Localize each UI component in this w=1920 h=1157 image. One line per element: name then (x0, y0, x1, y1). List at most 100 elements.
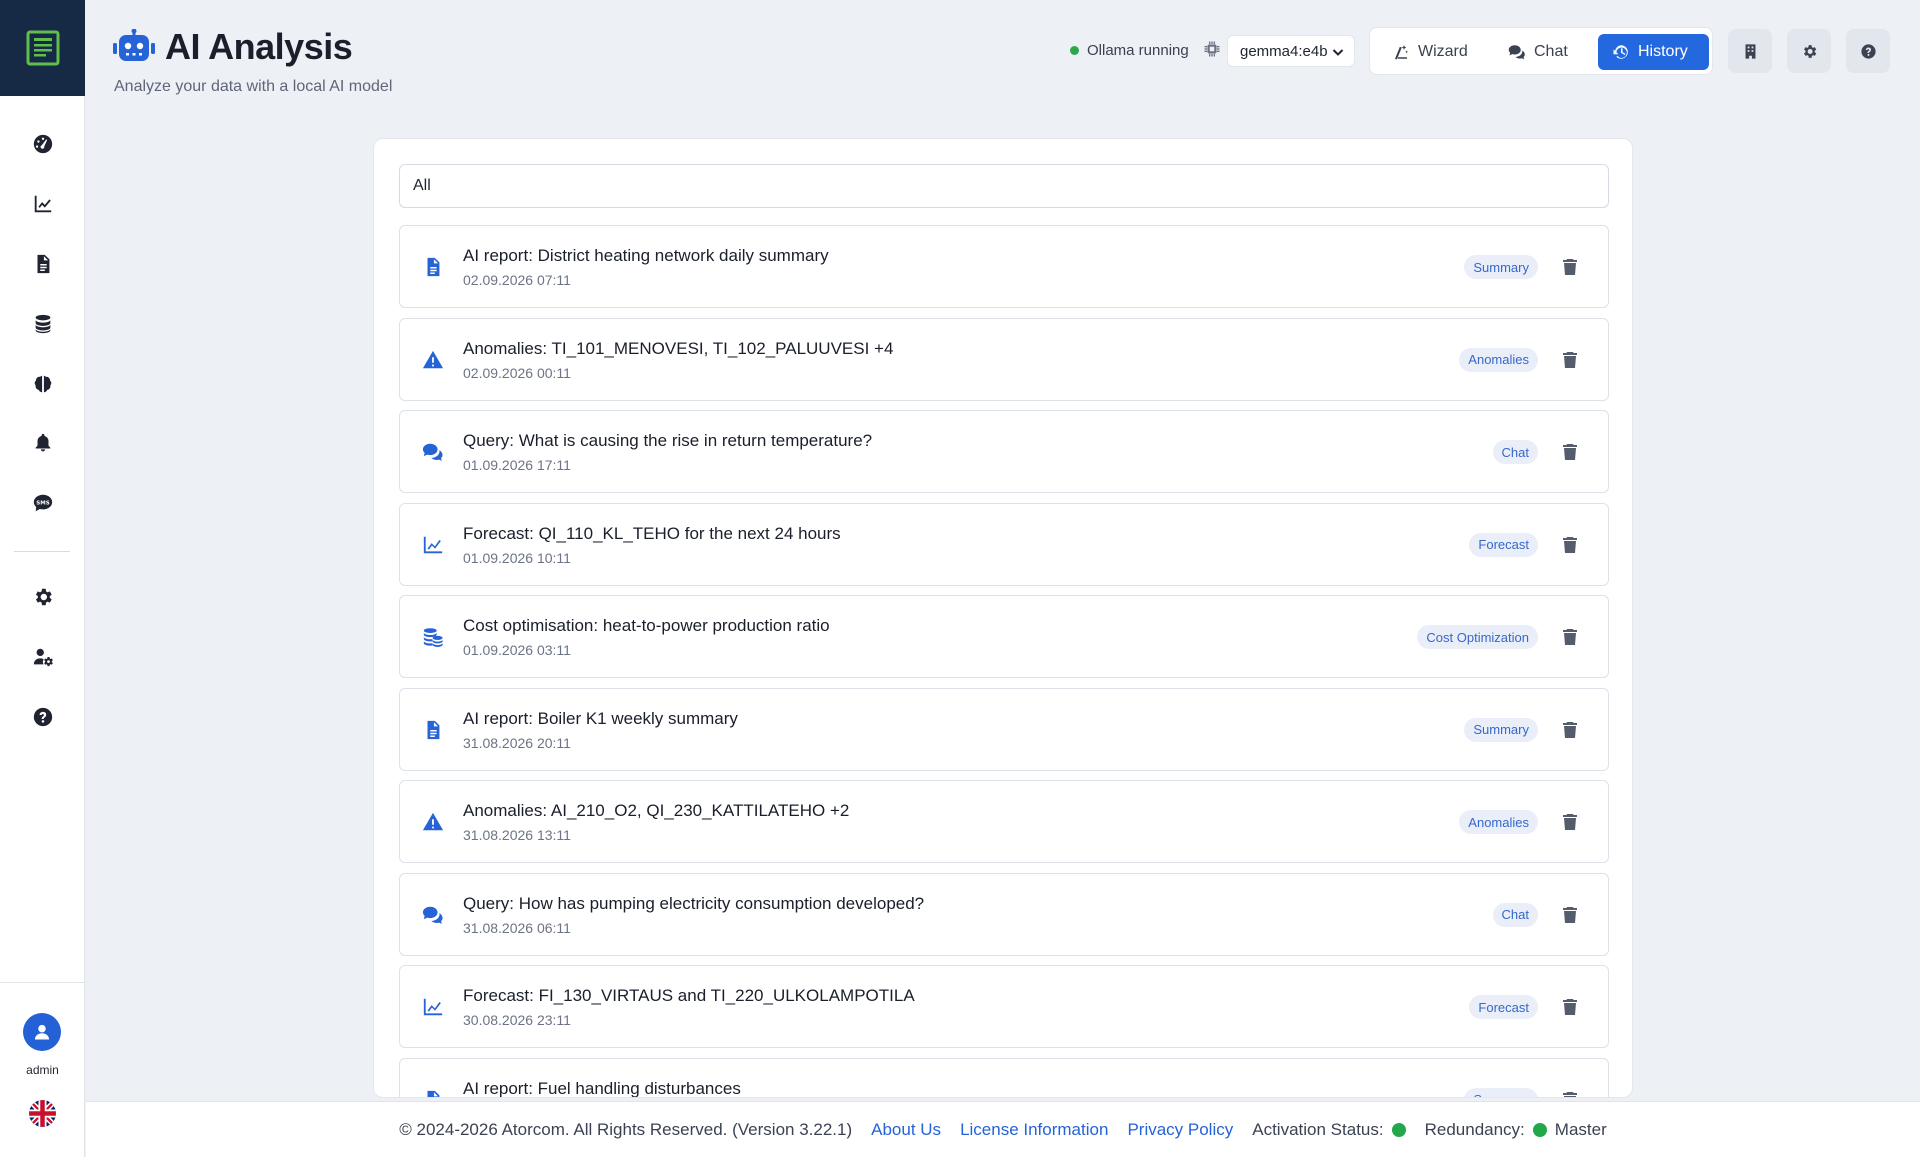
building-button[interactable] (1728, 29, 1772, 73)
history-row-type-badge: Summary (1464, 717, 1538, 742)
history-row[interactable]: Forecast: FI_130_VIRTAUS and TI_220_ULKO… (399, 965, 1609, 1048)
nav-sms[interactable]: SMS (0, 481, 85, 525)
nav-alarms[interactable] (0, 421, 85, 465)
delete-trash-icon[interactable] (1562, 1090, 1580, 1097)
history-row-type-badge: Summary (1464, 255, 1538, 279)
status-text: Ollama running (1087, 42, 1189, 59)
history-row-date: 02.09.2026 07:11 (463, 272, 571, 288)
history-card: All AI report: District heating network … (373, 138, 1633, 1098)
history-row[interactable]: Query: How has pumping electricity consu… (399, 872, 1609, 956)
tab-history-label: History (1638, 43, 1688, 60)
privacy-link[interactable]: Privacy Policy (1127, 1120, 1233, 1140)
nav-ai[interactable] (0, 362, 85, 406)
user-gear-icon (33, 648, 53, 667)
database-icon (35, 314, 50, 334)
history-row[interactable]: Anomalies: AI_210_O2, QI_230_KATTILATEHO… (399, 780, 1609, 863)
nav-dashboard[interactable] (0, 122, 85, 166)
delete-trash-icon[interactable] (1562, 627, 1580, 645)
history-row[interactable]: AI report: Boiler K1 weekly summary 31.08… (399, 687, 1609, 771)
ollama-status: Ollama running (1070, 42, 1189, 59)
delete-trash-icon[interactable] (1562, 535, 1580, 553)
user-avatar[interactable] (23, 1013, 61, 1051)
redundancy-label: Redundancy: (1424, 1119, 1525, 1139)
delete-trash-icon[interactable] (1562, 812, 1580, 830)
history-row-title: Cost optimisation: heat-to-power product… (463, 616, 830, 635)
delete-trash-icon[interactable] (1562, 350, 1580, 368)
robot-icon (113, 29, 155, 61)
history-row-title: AI report: District heating network dail… (463, 246, 829, 265)
history-row[interactable]: AI report: District heating network dail… (399, 225, 1609, 308)
history-row-title: Forecast: QI_110_KL_TEHO for the next 24… (463, 523, 841, 543)
history-row-title: AI report: Boiler K1 weekly summary (463, 708, 738, 728)
wizard-icon (1395, 45, 1408, 60)
redundancy-status: Redundancy: Master (1425, 1120, 1607, 1140)
history-row-date: 01.09.2026 03:11 (463, 642, 571, 658)
history-row-date: 01.09.2026 17:11 (463, 457, 571, 473)
model-select-value: gemma4:e4b (1240, 42, 1328, 60)
sidebar-divider (14, 551, 70, 552)
delete-trash-icon[interactable] (1562, 905, 1580, 923)
chat-icon (422, 441, 444, 463)
nav-reports[interactable] (0, 242, 85, 286)
history-row-date: 31.08.2026 20:11 (463, 734, 571, 751)
tab-chat-label: Chat (1534, 43, 1568, 60)
tab-history[interactable]: History (1598, 34, 1709, 70)
history-row-type-badge: Anomalies (1459, 347, 1538, 372)
redundancy-dot (1532, 1122, 1547, 1137)
page-title: AI Analysis (165, 26, 353, 67)
history-row-type-badge: Summary (1464, 1087, 1538, 1097)
warning-icon (422, 811, 444, 833)
document-icon (422, 1089, 444, 1097)
help-button[interactable] (1846, 29, 1890, 73)
history-row-date: 31.08.2026 13:11 (463, 827, 571, 843)
history-row-date: 02.09.2026 00:11 (463, 364, 571, 381)
bell-icon (35, 433, 50, 452)
chevron-down-icon (1332, 49, 1344, 56)
delete-trash-icon[interactable] (1562, 442, 1580, 460)
gear-icon (1803, 44, 1816, 58)
license-link[interactable]: License Information (960, 1120, 1108, 1140)
copyright-text: © 2024-2026 Atorcom. All Rights Reserved… (399, 1119, 853, 1139)
history-row[interactable]: Forecast: QI_110_KL_TEHO for the next 24… (399, 502, 1609, 586)
nav-user-management[interactable] (0, 635, 85, 679)
settings-button[interactable] (1787, 29, 1831, 73)
tab-wizard-label: Wizard (1418, 43, 1468, 60)
tab-chat[interactable]: Chat (1494, 34, 1582, 70)
chart-line-icon (34, 195, 51, 213)
model-select[interactable]: gemma4:e4b (1227, 35, 1355, 67)
delete-trash-icon[interactable] (1562, 257, 1580, 275)
app-logo[interactable] (0, 0, 85, 96)
document-icon (37, 254, 49, 274)
redundancy-value: Master (1554, 1119, 1607, 1139)
about-link[interactable]: About Us (871, 1120, 941, 1140)
history-row[interactable]: Anomalies: TI_101_MENOVESI, TI_102_PALUU… (399, 317, 1609, 401)
delete-trash-icon[interactable] (1562, 997, 1580, 1015)
delete-trash-icon[interactable] (1562, 720, 1580, 738)
activation-label: Activation Status: (1252, 1119, 1384, 1139)
page-subtitle: Analyze your data with a local AI model (114, 78, 393, 95)
history-row-type-badge: Forecast (1469, 995, 1538, 1019)
tab-wizard[interactable]: Wizard (1378, 34, 1482, 70)
nav-settings[interactable] (0, 575, 85, 619)
activation-dot (1391, 1122, 1406, 1137)
history-row-title: Anomalies: AI_210_O2, QI_230_KATTILATEHO… (463, 801, 850, 820)
history-row-title: Query: How has pumping electricity consu… (463, 893, 925, 913)
filter-value: All (413, 177, 431, 194)
history-filter-select[interactable]: All (399, 164, 1609, 208)
question-circle-icon (1860, 43, 1876, 59)
history-row-date: 01.09.2026 10:11 (463, 549, 571, 566)
chart-line-icon (422, 534, 444, 556)
history-row[interactable]: Cost optimisation: heat-to-power product… (399, 595, 1609, 678)
history-row-title: Forecast: FI_130_VIRTAUS and TI_220_ULKO… (463, 986, 915, 1005)
sidebar-footer: admin (0, 982, 85, 1157)
history-row-title: Query: What is causing the rise in retur… (463, 431, 873, 450)
nav-database[interactable] (0, 302, 85, 346)
history-row[interactable]: Query: What is causing the rise in retur… (399, 410, 1609, 493)
nav-help[interactable] (0, 695, 85, 739)
sidebar: SMS admin (0, 0, 85, 1157)
nav-trends[interactable] (0, 182, 85, 226)
history-row-type-badge: Anomalies (1459, 810, 1538, 834)
language-flag-uk-icon[interactable] (29, 1100, 56, 1127)
history-row[interactable]: AI report: Fuel handling disturbances Sum… (399, 1057, 1609, 1097)
status-dot (1070, 46, 1079, 55)
